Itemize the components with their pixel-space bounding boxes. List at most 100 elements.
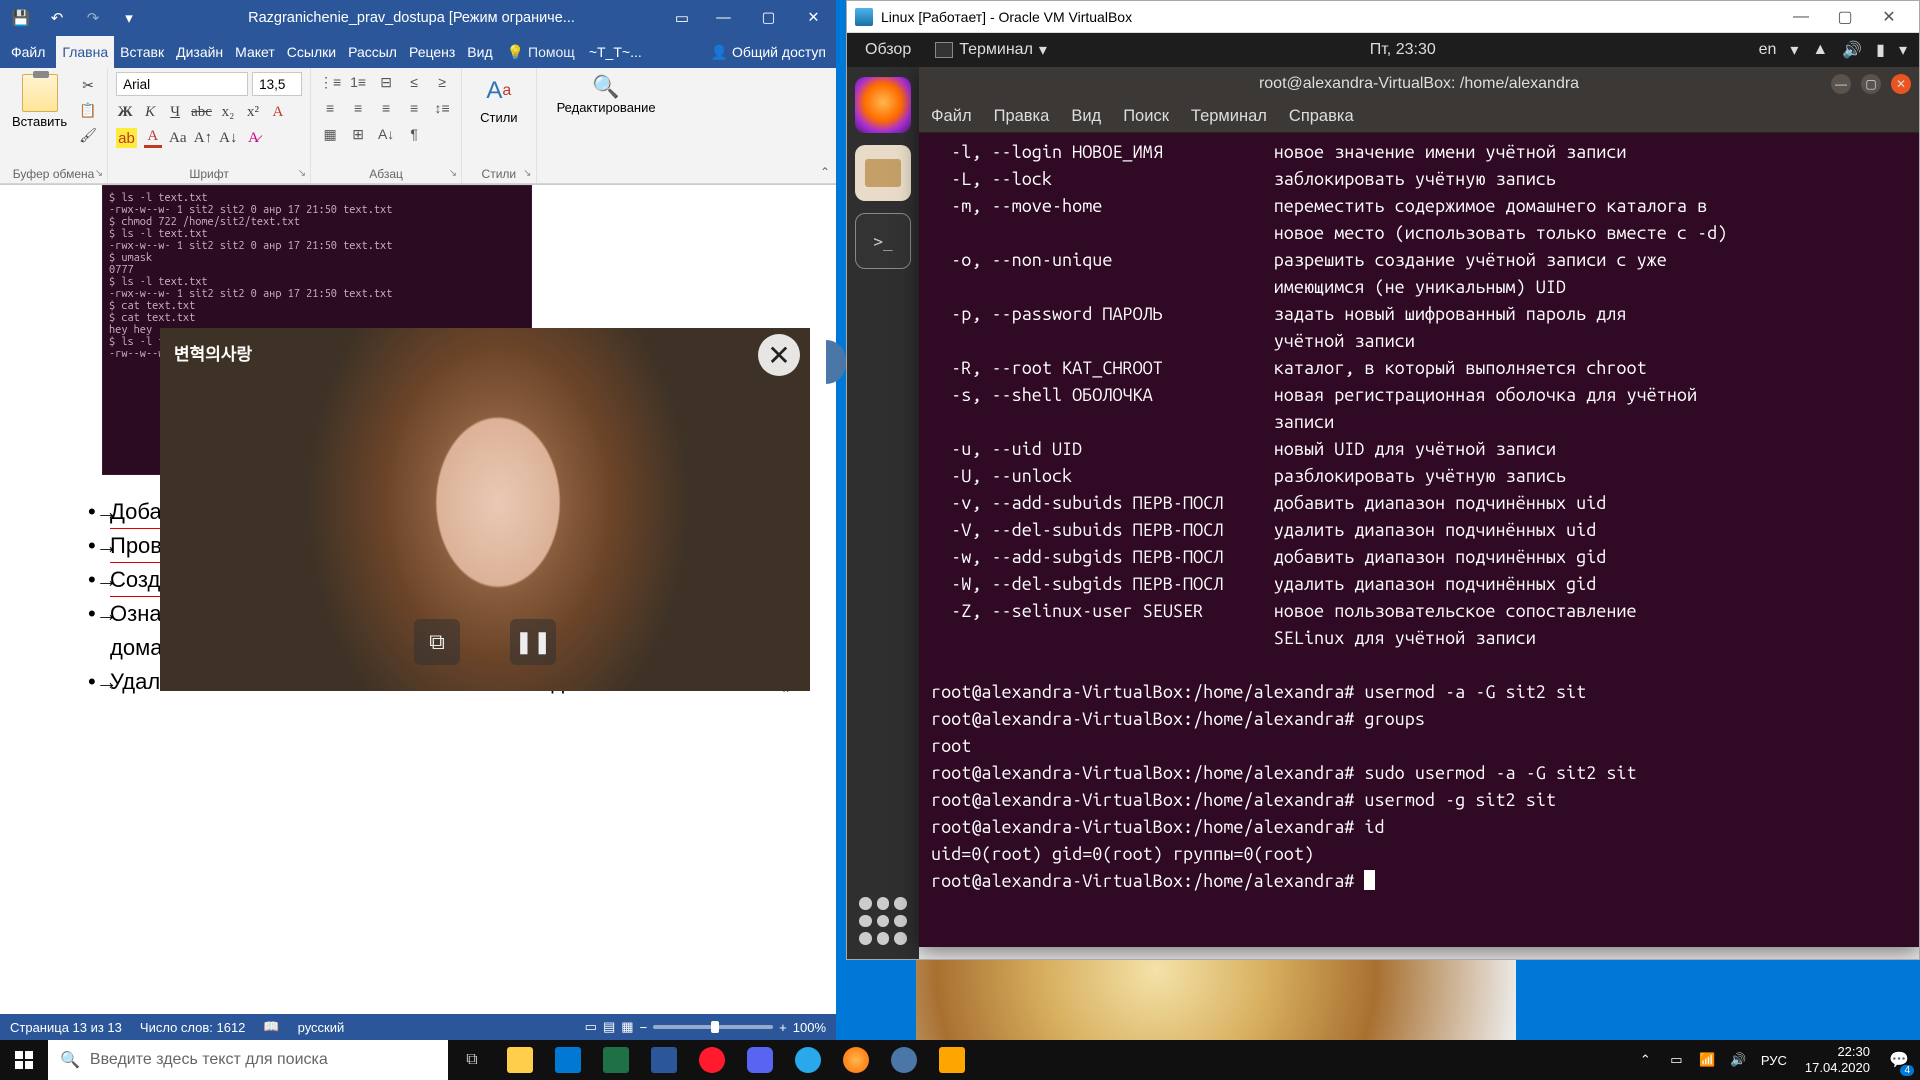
align-right-button[interactable]: ≡	[375, 98, 397, 118]
zoom-level[interactable]: 100%	[793, 1020, 826, 1035]
close-button[interactable]: ✕	[791, 0, 836, 36]
spellcheck-icon[interactable]: 📖	[263, 1019, 279, 1035]
start-button[interactable]	[0, 1040, 48, 1080]
format-painter-icon[interactable]: 🖌	[77, 124, 99, 146]
maximize-button[interactable]: ▢	[746, 0, 791, 36]
tb-excel[interactable]	[592, 1040, 640, 1080]
word-count[interactable]: Число слов: 1612	[140, 1020, 246, 1035]
tb-opera[interactable]	[688, 1040, 736, 1080]
copy-icon[interactable]: 📋	[77, 99, 99, 121]
pause-button[interactable]: ❚❚	[510, 619, 556, 665]
increase-indent-button[interactable]: ≥	[431, 72, 453, 92]
term-close-button[interactable]: ✕	[1891, 74, 1911, 94]
lang-indicator[interactable]: en	[1759, 41, 1777, 59]
dock-files[interactable]	[855, 145, 911, 201]
taskbar-search[interactable]: 🔍 Введите здесь текст для поиска	[48, 1040, 448, 1080]
qat-more-icon[interactable]: ▾	[120, 9, 138, 27]
save-icon[interactable]: 💾	[12, 9, 30, 27]
justify-button[interactable]: ≡	[403, 98, 425, 118]
font-launcher-icon[interactable]: ↘	[298, 168, 306, 179]
grow-font-button[interactable]: A↑	[194, 128, 212, 148]
line-spacing-button[interactable]: ↕≡	[431, 98, 453, 118]
tab-insert[interactable]: Вставк	[114, 36, 170, 68]
action-center-button[interactable]: 💬4	[1878, 1040, 1920, 1080]
tb-telegram[interactable]	[784, 1040, 832, 1080]
vbox-minimize-button[interactable]: —	[1779, 2, 1823, 32]
pip-button[interactable]: ⧉	[414, 619, 460, 665]
tab-layout[interactable]: Макет	[229, 36, 281, 68]
subscript-button[interactable]: x₂	[219, 102, 237, 122]
paste-button[interactable]: Вставить	[8, 72, 71, 181]
collapse-ribbon-icon[interactable]: ⌃	[820, 165, 830, 179]
clipboard-launcher-icon[interactable]: ↘	[95, 168, 103, 179]
redo-icon[interactable]: ↷	[84, 9, 102, 27]
undo-icon[interactable]: ↶	[48, 9, 66, 27]
term-minimize-button[interactable]: —	[1831, 74, 1851, 94]
system-menu-icon[interactable]: ▾	[1899, 40, 1907, 60]
tb-explorer[interactable]	[496, 1040, 544, 1080]
activities-button[interactable]: Обзор	[859, 41, 917, 59]
vk-sidebar-peek[interactable]	[826, 340, 846, 384]
volume-icon[interactable]: 🔊	[1842, 40, 1862, 60]
taskbar-clock[interactable]: 22:30 17.04.2020	[1797, 1044, 1878, 1077]
styles-launcher-icon[interactable]: ↘	[523, 168, 531, 179]
vbox-close-button[interactable]: ✕	[1867, 2, 1911, 32]
tb-mail[interactable]	[544, 1040, 592, 1080]
read-mode-icon[interactable]: ▭	[585, 1019, 597, 1035]
vbox-maximize-button[interactable]: ▢	[1823, 2, 1867, 32]
tab-home[interactable]: Главна	[56, 36, 114, 68]
tb-discord[interactable]	[736, 1040, 784, 1080]
align-left-button[interactable]: ≡	[319, 98, 341, 118]
superscript-button[interactable]: x²	[244, 102, 262, 122]
battery-icon[interactable]: ▮	[1876, 40, 1885, 60]
clock-label[interactable]: Пт, 23:30	[1047, 41, 1759, 59]
tray-lang[interactable]: РУС	[1761, 1053, 1787, 1068]
web-layout-icon[interactable]: ▦	[621, 1019, 633, 1035]
change-case-button[interactable]: Aa	[169, 128, 187, 148]
user-name[interactable]: ~T_T~...	[583, 36, 648, 68]
zoom-slider[interactable]	[653, 1025, 773, 1029]
zoom-out-icon[interactable]: −	[640, 1020, 648, 1035]
dock-terminal[interactable]	[855, 213, 911, 269]
text-effects-button[interactable]: A	[269, 102, 287, 122]
tell-me[interactable]: 💡Помощ	[499, 36, 583, 68]
tab-file[interactable]: Файл	[0, 36, 56, 68]
dock-firefox[interactable]	[855, 77, 911, 133]
tray-overflow-icon[interactable]: ⌃	[1637, 1052, 1654, 1069]
sort-button[interactable]: A↓	[375, 124, 397, 144]
borders-button[interactable]: ⊞	[347, 124, 369, 144]
tray-bluetooth-icon[interactable]: ▭	[1668, 1052, 1685, 1069]
minimize-button[interactable]: —	[701, 0, 746, 36]
dock-show-apps[interactable]	[859, 897, 907, 945]
tab-view[interactable]: Вид	[461, 36, 498, 68]
bullets-button[interactable]: ⋮≡	[319, 72, 341, 92]
font-size-input[interactable]: 13,5	[252, 72, 302, 96]
highlight-button[interactable]: ab	[116, 128, 137, 148]
strike-button[interactable]: abc	[191, 102, 212, 122]
ribbon-options-icon[interactable]: ▭	[673, 9, 691, 27]
clear-format-button[interactable]: A̷	[244, 128, 262, 148]
multilevel-button[interactable]: ⊟	[375, 72, 397, 92]
tb-firefox[interactable]	[832, 1040, 880, 1080]
editing-button[interactable]: 🔍 Редактирование	[545, 72, 668, 117]
tb-app[interactable]	[928, 1040, 976, 1080]
term-menu-help[interactable]: Справка	[1289, 107, 1354, 126]
tb-vk[interactable]	[880, 1040, 928, 1080]
zoom-in-icon[interactable]: +	[779, 1020, 787, 1035]
tray-volume-icon[interactable]: 🔊	[1730, 1052, 1747, 1069]
print-layout-icon[interactable]: ▤	[603, 1019, 615, 1035]
cut-icon[interactable]: ✂	[77, 74, 99, 96]
task-view-button[interactable]: ⧉	[448, 1040, 496, 1080]
video-close-button[interactable]: ✕	[758, 334, 800, 376]
network-icon[interactable]: ▲	[1812, 41, 1828, 59]
share-button[interactable]: 👤Общий доступ	[701, 36, 837, 68]
tray-wifi-icon[interactable]: 📶	[1699, 1052, 1716, 1069]
font-color-button[interactable]: A	[144, 128, 162, 148]
styles-button[interactable]: Aa Стили	[470, 72, 527, 127]
app-menu-terminal[interactable]: Терминал▾	[935, 40, 1047, 60]
tab-review[interactable]: Реценз	[403, 36, 461, 68]
terminal-body[interactable]: -l, --login НОВОЕ_ИМЯ новое значение име…	[919, 133, 1919, 947]
underline-button[interactable]: Ч	[166, 102, 184, 122]
term-menu-view[interactable]: Вид	[1071, 107, 1101, 126]
term-maximize-button[interactable]: ▢	[1861, 74, 1881, 94]
